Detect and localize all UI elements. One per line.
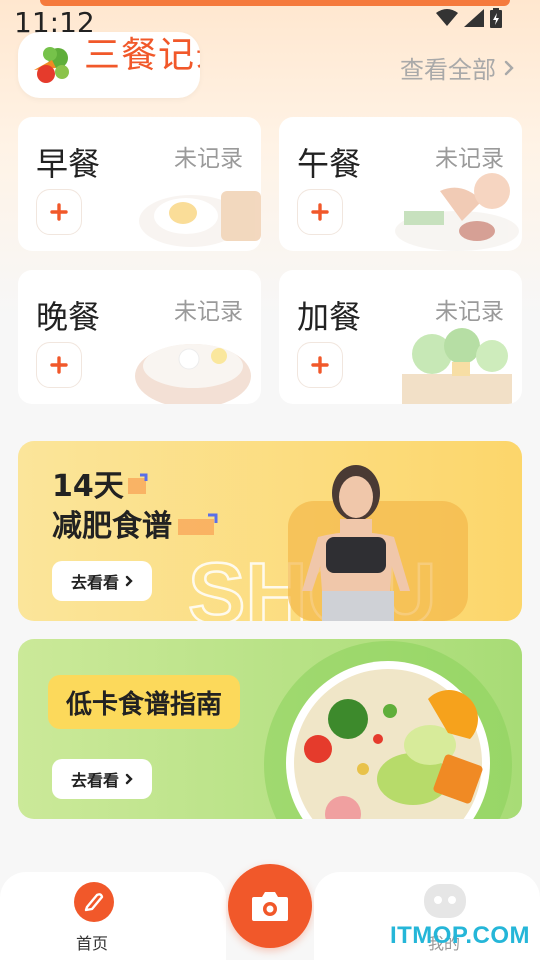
meal-status: 未记录 (174, 299, 243, 325)
wifi-icon (436, 9, 458, 26)
meal-name: 午餐 (297, 145, 362, 183)
page-header: 三餐记录 查看全部 (0, 32, 540, 102)
breakfast-illustration (139, 191, 261, 247)
meal-card-snack[interactable]: 加餐 未记录 (279, 270, 522, 404)
face-icon (424, 884, 466, 918)
watermark: ITMOP.COM (389, 922, 530, 949)
add-dinner-button[interactable] (36, 342, 82, 388)
pen-icon (74, 882, 114, 922)
plus-icon (311, 356, 329, 374)
tab-home-label: 首页 (76, 934, 109, 953)
meal-log-title: 三餐记录 (18, 32, 200, 98)
vegetables-icon (34, 47, 69, 83)
go-button-label: 去看看 (70, 573, 119, 592)
chevron-right-icon (125, 575, 133, 587)
meal-status: 未记录 (435, 146, 504, 172)
chevron-right-icon (504, 60, 514, 75)
page-title: 三餐记录 (84, 35, 200, 76)
status-icons (436, 8, 502, 28)
recipe-banner-title: 14天 减肥食谱 (52, 467, 172, 547)
add-snack-button[interactable] (297, 342, 343, 388)
add-breakfast-button[interactable] (36, 189, 82, 235)
plus-icon (50, 356, 68, 374)
meal-status: 未记录 (435, 299, 504, 325)
view-all-link[interactable]: 查看全部 (400, 50, 514, 85)
camera-icon (252, 892, 288, 921)
plus-icon (311, 203, 329, 221)
meal-status: 未记录 (174, 146, 243, 172)
camera-button[interactable] (228, 864, 312, 948)
meal-card-lunch[interactable]: 午餐 未记录 (279, 117, 522, 251)
chevron-right-icon (125, 773, 133, 785)
go-button-label: 去看看 (70, 771, 119, 790)
view-all-label: 查看全部 (400, 56, 496, 84)
recipe-banner[interactable]: SHOU 14天 减肥食谱 去看看 (18, 441, 522, 621)
tab-home[interactable]: 首页 (0, 872, 226, 960)
recipe-go-button[interactable]: 去看看 (52, 561, 152, 601)
meal-name: 晚餐 (36, 298, 101, 336)
battery-icon (490, 8, 502, 28)
meal-card-dinner[interactable]: 晚餐 未记录 (18, 270, 261, 404)
dinner-illustration (135, 344, 251, 404)
low-calorie-banner[interactable]: 低卡食谱指南 去看看 (18, 639, 522, 819)
lunch-illustration (395, 173, 519, 251)
recipe-banner-line2: 减肥食谱 (52, 509, 172, 544)
low-calorie-guide-label: 低卡食谱指南 (48, 675, 241, 729)
add-lunch-button[interactable] (297, 189, 343, 235)
meal-card-breakfast[interactable]: 早餐 未记录 (18, 117, 261, 251)
snack-illustration (402, 328, 512, 404)
recipe-banner-line1: 14天 (52, 469, 124, 504)
guide-go-button[interactable]: 去看看 (52, 759, 152, 799)
signal-icon (464, 9, 484, 27)
plus-icon (50, 203, 68, 221)
meal-name: 早餐 (36, 145, 101, 183)
meal-name: 加餐 (297, 298, 362, 336)
